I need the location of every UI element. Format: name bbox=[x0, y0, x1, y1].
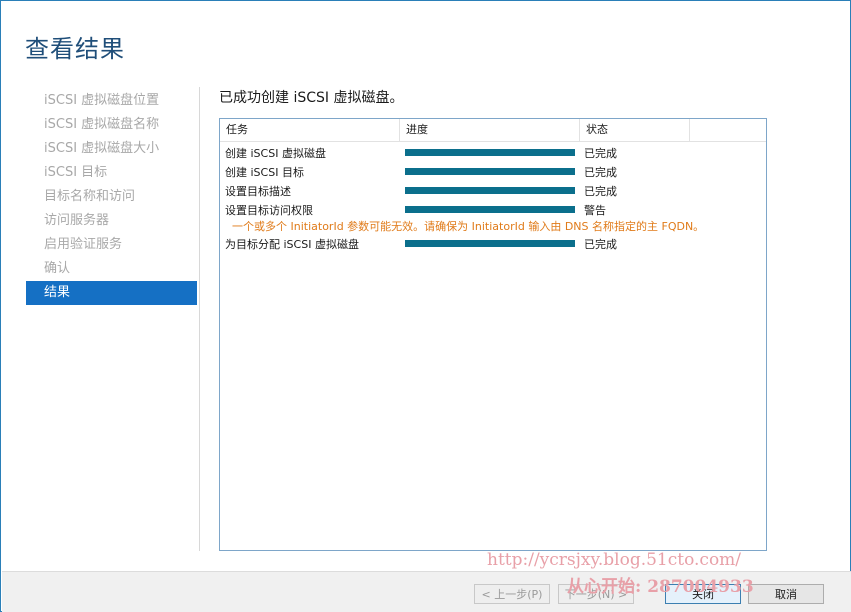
table-row: 为目标分配 iSCSI 虚拟磁盘 已完成 bbox=[220, 234, 766, 252]
table-row: 设置目标访问权限 警告 bbox=[220, 200, 766, 218]
status-cell: 已完成 bbox=[584, 238, 617, 251]
status-cell: 警告 bbox=[584, 204, 606, 217]
wizard-window: 查看结果 iSCSI 虚拟磁盘位置 iSCSI 虚拟磁盘名称 iSCSI 虚拟磁… bbox=[0, 0, 851, 612]
watermark-qq: 从心开始: 287004933 bbox=[567, 577, 754, 597]
nav-divider bbox=[199, 87, 200, 551]
nav-item-iscsi-target: iSCSI 目标 bbox=[44, 165, 108, 180]
task-cell: 为目标分配 iSCSI 虚拟磁盘 bbox=[225, 238, 359, 251]
previous-button[interactable]: < 上一步(P) bbox=[474, 584, 550, 604]
nav-item-confirmation: 确认 bbox=[44, 261, 71, 276]
progress-bar bbox=[405, 187, 575, 194]
task-cell: 设置目标描述 bbox=[225, 185, 291, 198]
task-cell: 创建 iSCSI 目标 bbox=[225, 166, 304, 179]
task-cell: 设置目标访问权限 bbox=[225, 204, 313, 217]
progress-bar bbox=[405, 168, 575, 175]
nav-item-auth-services: 启用验证服务 bbox=[44, 237, 123, 252]
results-table: 任务 进度 状态 创建 iSCSI 虚拟磁盘 已完成 创建 iSCSI 目标 已… bbox=[219, 118, 767, 551]
nav-item-disk-size: iSCSI 虚拟磁盘大小 bbox=[44, 141, 160, 156]
page-title: 查看结果 bbox=[25, 35, 125, 63]
watermark-url: http://ycrsjxy.blog.51cto.com/ bbox=[487, 550, 742, 570]
progress-bar bbox=[405, 149, 575, 156]
status-cell: 已完成 bbox=[584, 147, 617, 160]
progress-bar bbox=[405, 206, 575, 213]
progress-bar bbox=[405, 240, 575, 247]
cancel-button[interactable]: 取消 bbox=[748, 584, 824, 604]
nav-item-results: 结果 bbox=[26, 281, 197, 305]
table-row: 设置目标描述 已完成 bbox=[220, 181, 766, 199]
warning-message: 一个或多个 InitiatorId 参数可能无效。请确保为 InitiatorI… bbox=[232, 220, 705, 233]
status-cell: 已完成 bbox=[584, 185, 617, 198]
task-cell: 创建 iSCSI 虚拟磁盘 bbox=[225, 147, 326, 160]
result-heading: 已成功创建 iSCSI 虚拟磁盘。 bbox=[219, 90, 404, 106]
column-header-blank[interactable] bbox=[690, 119, 766, 141]
column-header-task[interactable]: 任务 bbox=[220, 119, 400, 141]
column-header-status[interactable]: 状态 bbox=[580, 119, 690, 141]
nav-item-access-servers: 访问服务器 bbox=[44, 213, 110, 228]
nav-item-disk-name: iSCSI 虚拟磁盘名称 bbox=[44, 117, 160, 132]
wizard-nav: iSCSI 虚拟磁盘位置 iSCSI 虚拟磁盘名称 iSCSI 虚拟磁盘大小 i… bbox=[26, 89, 197, 305]
table-row: 创建 iSCSI 目标 已完成 bbox=[220, 162, 766, 180]
table-header: 任务 进度 状态 bbox=[220, 119, 766, 142]
table-row: 创建 iSCSI 虚拟磁盘 已完成 bbox=[220, 143, 766, 161]
nav-item-disk-location: iSCSI 虚拟磁盘位置 bbox=[44, 93, 160, 108]
status-cell: 已完成 bbox=[584, 166, 617, 179]
nav-item-target-name-access: 目标名称和访问 bbox=[44, 189, 136, 204]
column-header-progress[interactable]: 进度 bbox=[400, 119, 580, 141]
